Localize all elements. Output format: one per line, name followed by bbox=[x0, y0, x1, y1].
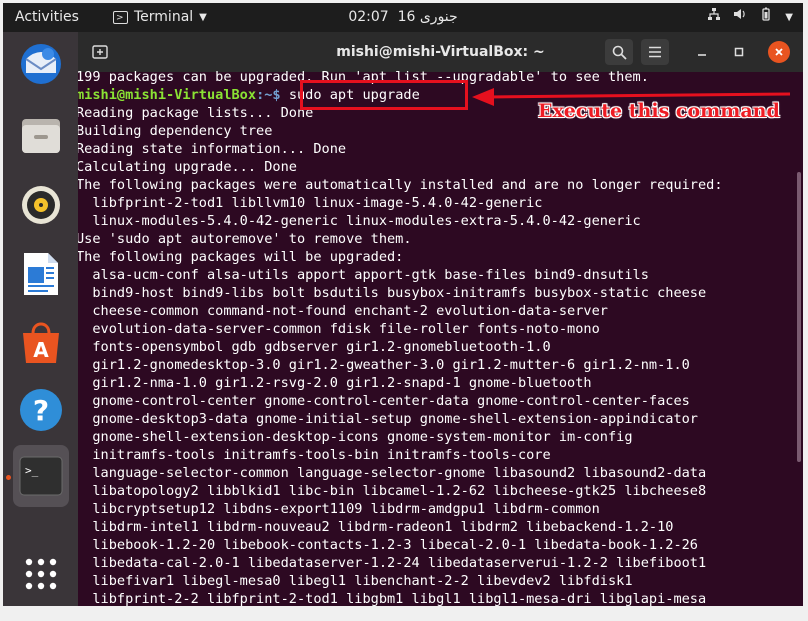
annotation-label: Execute this command bbox=[538, 100, 780, 122]
image-border bbox=[0, 606, 808, 621]
annotation-arrow bbox=[472, 88, 791, 106]
